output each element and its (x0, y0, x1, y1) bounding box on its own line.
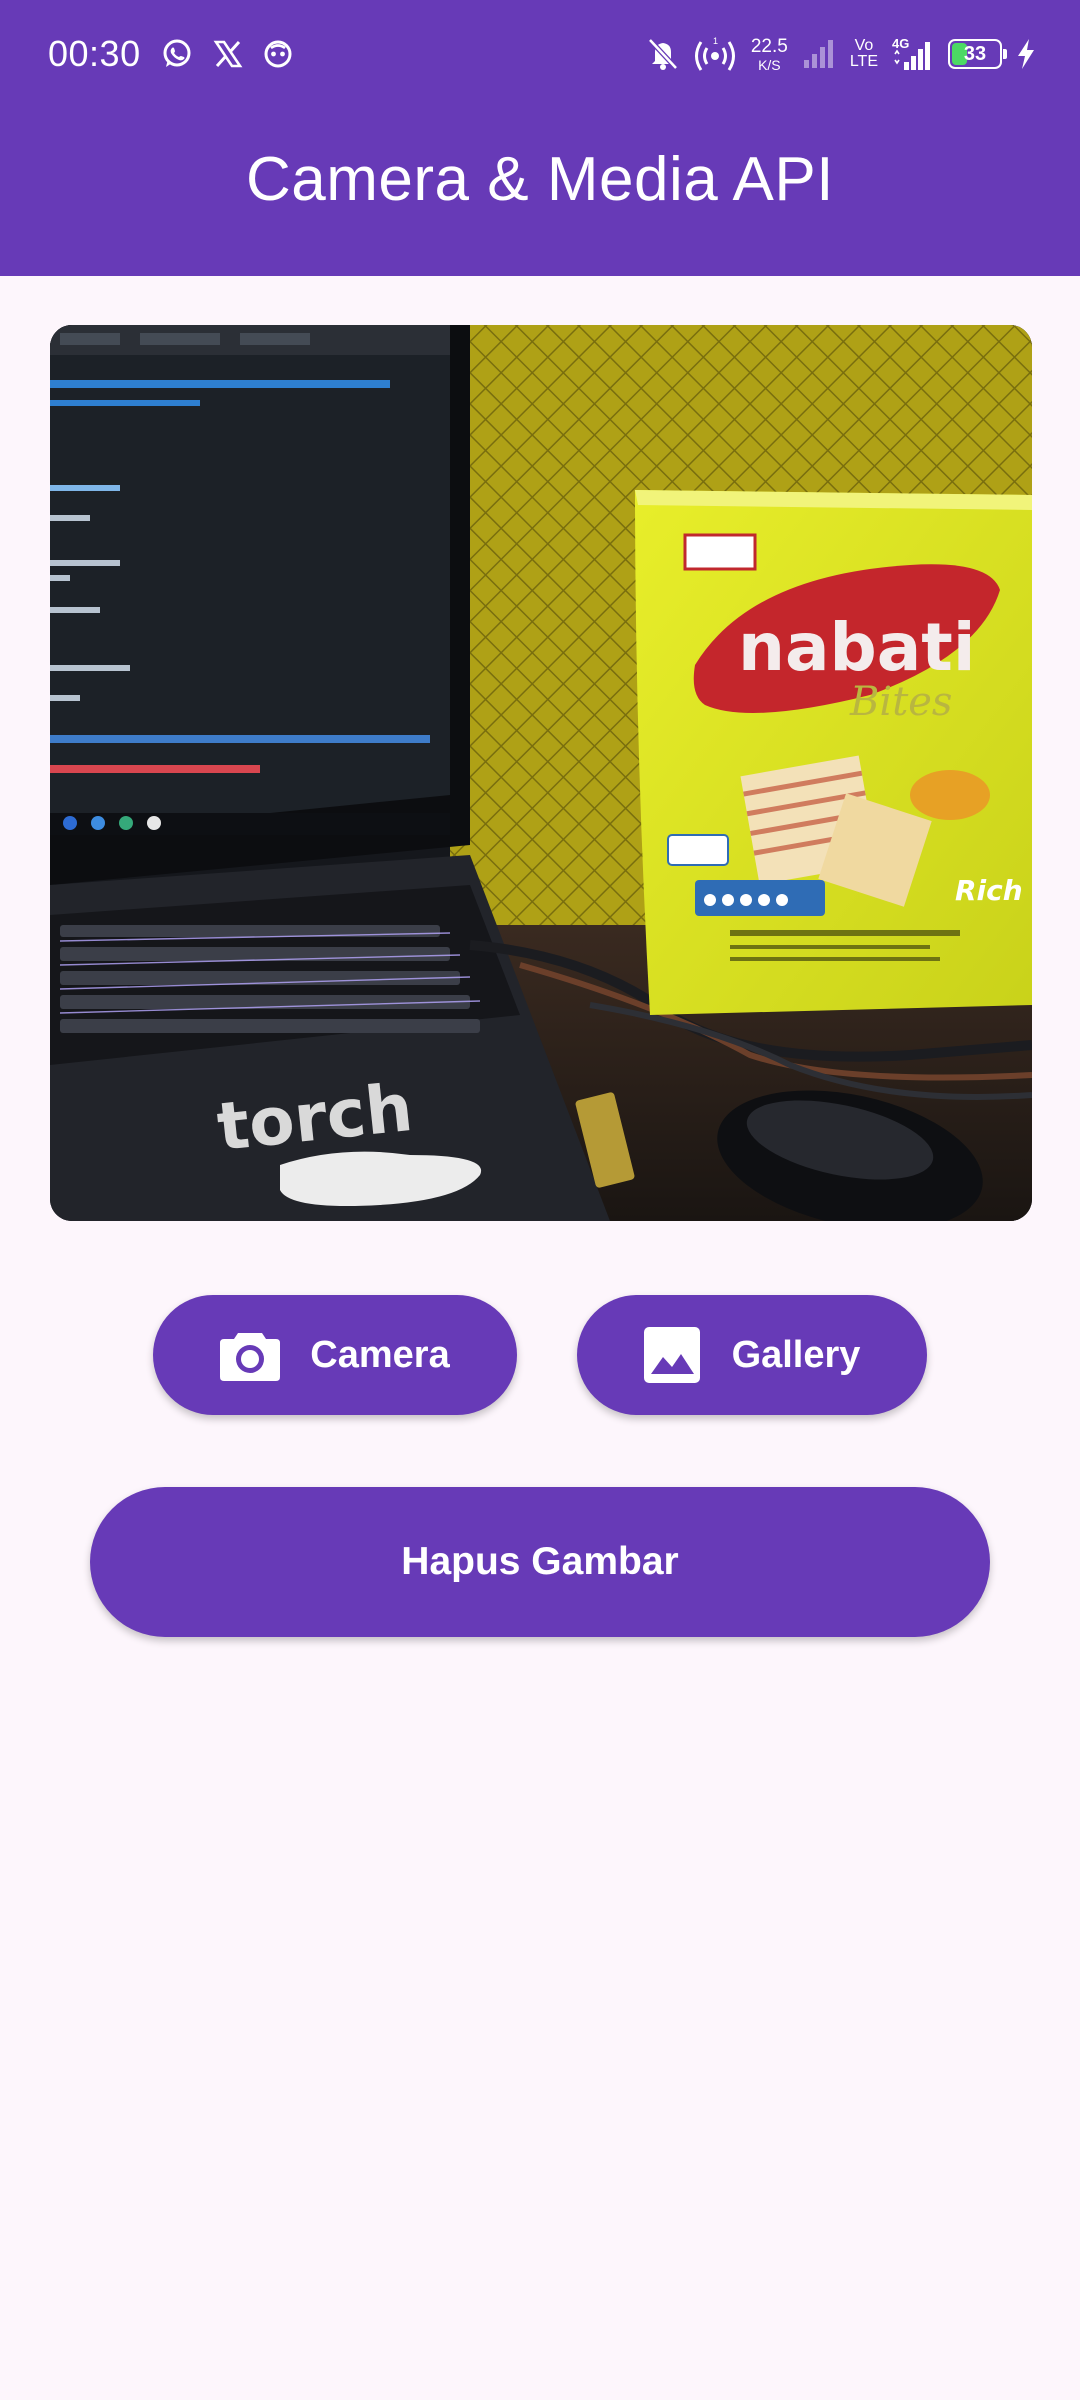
preview-photo: torch nabati Bites Rich (50, 325, 1032, 1221)
network-type-label: 4G (892, 36, 909, 51)
preview-rich-text: Rich (955, 874, 1023, 907)
signal-4g-icon: 4G (892, 36, 934, 72)
page-title: Camera & Media API (246, 144, 834, 214)
image-preview: torch nabati Bites Rich (50, 325, 1032, 1221)
camera-button-label: Camera (310, 1333, 450, 1376)
whatsapp-icon (161, 38, 193, 70)
volte-bottom: LTE (849, 53, 878, 70)
delete-image-button-label: Hapus Gambar (401, 1540, 679, 1583)
volte-icon: Vo LTE (850, 38, 878, 70)
gallery-button-label: Gallery (731, 1333, 861, 1376)
notification-app-icon (263, 39, 293, 69)
status-bar-right: 1 22.5 K/S Vo LTE 4G 33 (647, 26, 1036, 82)
status-bar-left: 00:30 (48, 30, 293, 78)
battery-level: 33 (963, 42, 987, 65)
network-speed: 22.5 K/S (751, 37, 788, 72)
charging-icon (1016, 38, 1036, 70)
app-bar: Camera & Media API (0, 108, 1080, 276)
hotspot-icon: 1 (693, 36, 737, 72)
gallery-button[interactable]: Gallery (577, 1295, 927, 1415)
preview-brand-text: nabati (738, 609, 975, 686)
network-speed-unit: K/S (758, 56, 781, 73)
volte-top: Vo (854, 37, 874, 54)
camera-button[interactable]: Camera (153, 1295, 517, 1415)
bell-muted-icon (647, 37, 679, 71)
network-speed-value: 22.5 (750, 35, 788, 57)
preview-bites-text: Bites (849, 679, 952, 725)
battery-icon: 33 (948, 39, 1007, 69)
camera-icon (220, 1329, 281, 1381)
svg-text:1: 1 (713, 36, 718, 46)
signal-icon (802, 38, 836, 70)
x-twitter-icon (213, 39, 243, 69)
delete-image-button[interactable]: Hapus Gambar (90, 1487, 990, 1637)
status-time: 00:30 (48, 33, 141, 74)
status-bar: 00:30 1 22.5 K/S Vo LTE 4G 33 (0, 0, 1080, 108)
image-icon (643, 1327, 700, 1383)
